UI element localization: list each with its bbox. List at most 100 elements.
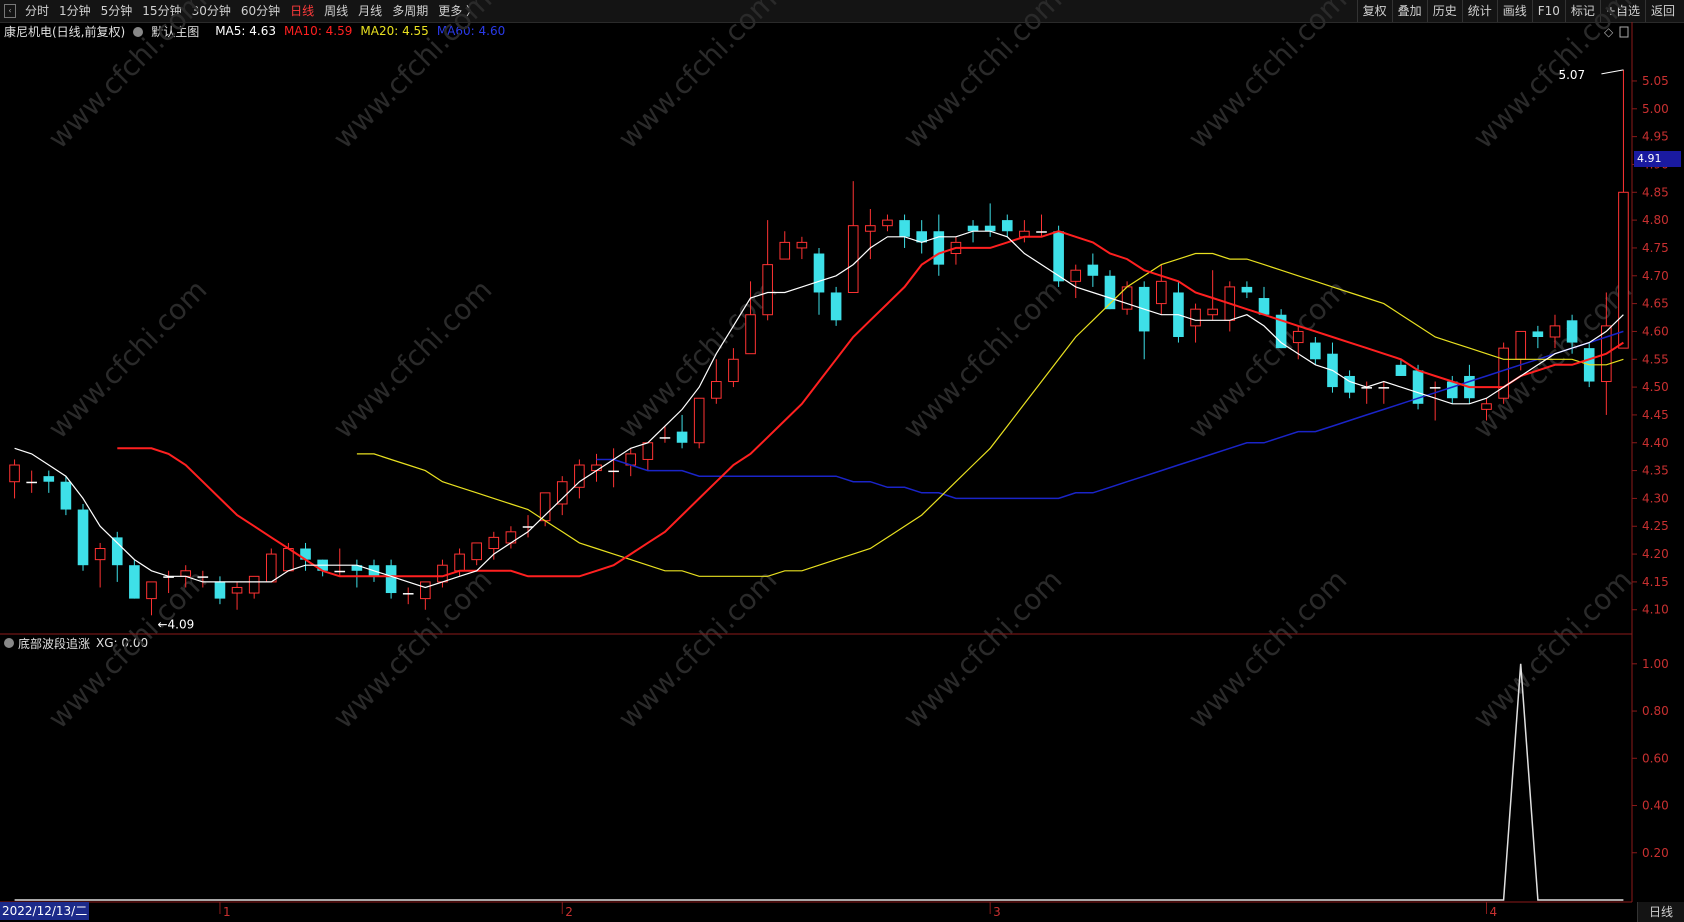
candle-body bbox=[1515, 330, 1527, 360]
candle-body bbox=[1207, 308, 1218, 316]
candle-body bbox=[1241, 286, 1253, 293]
watermark-text: www.cfchi.com bbox=[897, 0, 1069, 155]
candle-body bbox=[1446, 381, 1458, 399]
month-label: 2 bbox=[565, 905, 573, 919]
candle-body bbox=[539, 492, 551, 522]
price-tick-label: 4.65 bbox=[1642, 297, 1669, 311]
candle-body bbox=[1532, 331, 1544, 337]
candle-body bbox=[471, 542, 482, 561]
candle-body bbox=[1156, 280, 1167, 305]
candle-body bbox=[1087, 264, 1099, 276]
low-label: ←4.09 bbox=[157, 617, 194, 631]
watermark-text: www.cfchi.com bbox=[612, 0, 784, 155]
candle-body bbox=[129, 565, 140, 599]
price-tick-label: 4.30 bbox=[1642, 491, 1669, 505]
candle-body bbox=[248, 575, 260, 594]
candle-body bbox=[1070, 269, 1082, 282]
candle-body bbox=[1190, 308, 1201, 327]
price-tick-label: 4.95 bbox=[1642, 130, 1669, 144]
price-tick-label: 4.70 bbox=[1642, 269, 1669, 283]
candle-body bbox=[402, 593, 414, 595]
indicator-tick-label: 0.60 bbox=[1642, 751, 1669, 765]
candle-body bbox=[1549, 325, 1561, 338]
candle-body bbox=[728, 358, 739, 383]
watermark-text: www.cfchi.com bbox=[1467, 0, 1639, 155]
price-tick-label: 4.60 bbox=[1642, 324, 1669, 338]
current-price-tag: 4.91 bbox=[1634, 150, 1681, 167]
ma60-line bbox=[596, 330, 1624, 500]
candle-body bbox=[813, 253, 825, 293]
indicator-tick-label: 0.20 bbox=[1642, 846, 1669, 860]
candle-body bbox=[43, 476, 55, 482]
cursor-date: 2022/12/13/二 bbox=[0, 902, 90, 920]
candle-body bbox=[77, 509, 89, 566]
price-tick-label: 4.80 bbox=[1642, 213, 1669, 227]
candle-body bbox=[1310, 342, 1321, 360]
price-tick-label: 4.35 bbox=[1642, 464, 1669, 478]
watermark-text: www.cfchi.com bbox=[42, 563, 214, 735]
candle-body bbox=[60, 481, 72, 510]
candle-body bbox=[762, 264, 773, 316]
candle-body bbox=[26, 481, 37, 484]
candle-body bbox=[1292, 330, 1304, 344]
watermark-text: www.cfchi.com bbox=[327, 0, 499, 155]
watermark-text: www.cfchi.com bbox=[897, 273, 1069, 445]
period-indicator[interactable]: 日线 bbox=[1637, 902, 1684, 922]
watermark-text: www.cfchi.com bbox=[1182, 0, 1354, 155]
price-tick-label: 4.85 bbox=[1642, 185, 1669, 199]
candle-body bbox=[180, 570, 192, 577]
price-tick-label: 4.20 bbox=[1642, 547, 1669, 561]
candle-body bbox=[796, 241, 808, 249]
candle-body bbox=[9, 464, 20, 483]
candle-body bbox=[1429, 387, 1441, 389]
candle-body bbox=[1498, 347, 1509, 399]
candle-body bbox=[865, 225, 876, 232]
month-label: 1 bbox=[223, 905, 231, 919]
candle-body bbox=[1258, 298, 1270, 315]
candle-body bbox=[556, 481, 568, 505]
candle-body bbox=[882, 219, 893, 227]
indicator-tick-label: 1.00 bbox=[1642, 657, 1669, 671]
indicator-tick-label: 0.40 bbox=[1642, 799, 1669, 813]
candle-body bbox=[94, 548, 106, 561]
candle-body bbox=[488, 536, 500, 550]
candle-body bbox=[265, 553, 277, 583]
candle-body bbox=[385, 565, 397, 594]
price-tick-label: 4.55 bbox=[1642, 352, 1669, 366]
candle-body bbox=[659, 437, 671, 439]
candle-body bbox=[984, 225, 996, 232]
candle-body bbox=[454, 553, 465, 572]
kline-chart[interactable]: www.cfchi.com www.cfchi.com www.cfchi.com w… bbox=[0, 0, 1684, 922]
watermark-text: www.cfchi.com bbox=[327, 563, 499, 735]
watermark-text: www.cfchi.com bbox=[42, 0, 214, 155]
price-tick-label: 4.75 bbox=[1642, 241, 1669, 255]
price-tick-label: 4.50 bbox=[1642, 380, 1669, 394]
candle-body bbox=[437, 564, 448, 583]
candle-body bbox=[967, 225, 979, 232]
candle-body bbox=[847, 225, 859, 293]
month-label: 4 bbox=[1490, 905, 1498, 919]
candle-body bbox=[899, 220, 910, 237]
candle-body bbox=[1481, 403, 1492, 410]
candle-body bbox=[1001, 220, 1013, 232]
candle-body bbox=[1036, 231, 1047, 233]
candle-body bbox=[146, 581, 157, 600]
candle-body bbox=[608, 470, 619, 473]
candle-body bbox=[197, 576, 209, 578]
candle-body bbox=[676, 431, 688, 443]
panel-icon bbox=[1619, 26, 1629, 38]
candle-body bbox=[574, 464, 585, 488]
high-label: 5.07 bbox=[1558, 68, 1585, 82]
candle-body bbox=[642, 442, 654, 460]
candle-body bbox=[1378, 387, 1390, 389]
watermark-text: www.cfchi.com bbox=[42, 273, 214, 445]
watermark-text: www.cfchi.com bbox=[612, 563, 784, 735]
watermark-text: www.cfchi.com bbox=[1467, 563, 1639, 735]
candle-body bbox=[710, 381, 722, 399]
high-pointer bbox=[1601, 69, 1624, 75]
diamond-icon: ◇ bbox=[1604, 25, 1614, 39]
price-tick-label: 4.25 bbox=[1642, 519, 1669, 533]
candle-body bbox=[111, 537, 123, 566]
candle-body bbox=[420, 581, 431, 600]
candle-body bbox=[1618, 191, 1629, 349]
